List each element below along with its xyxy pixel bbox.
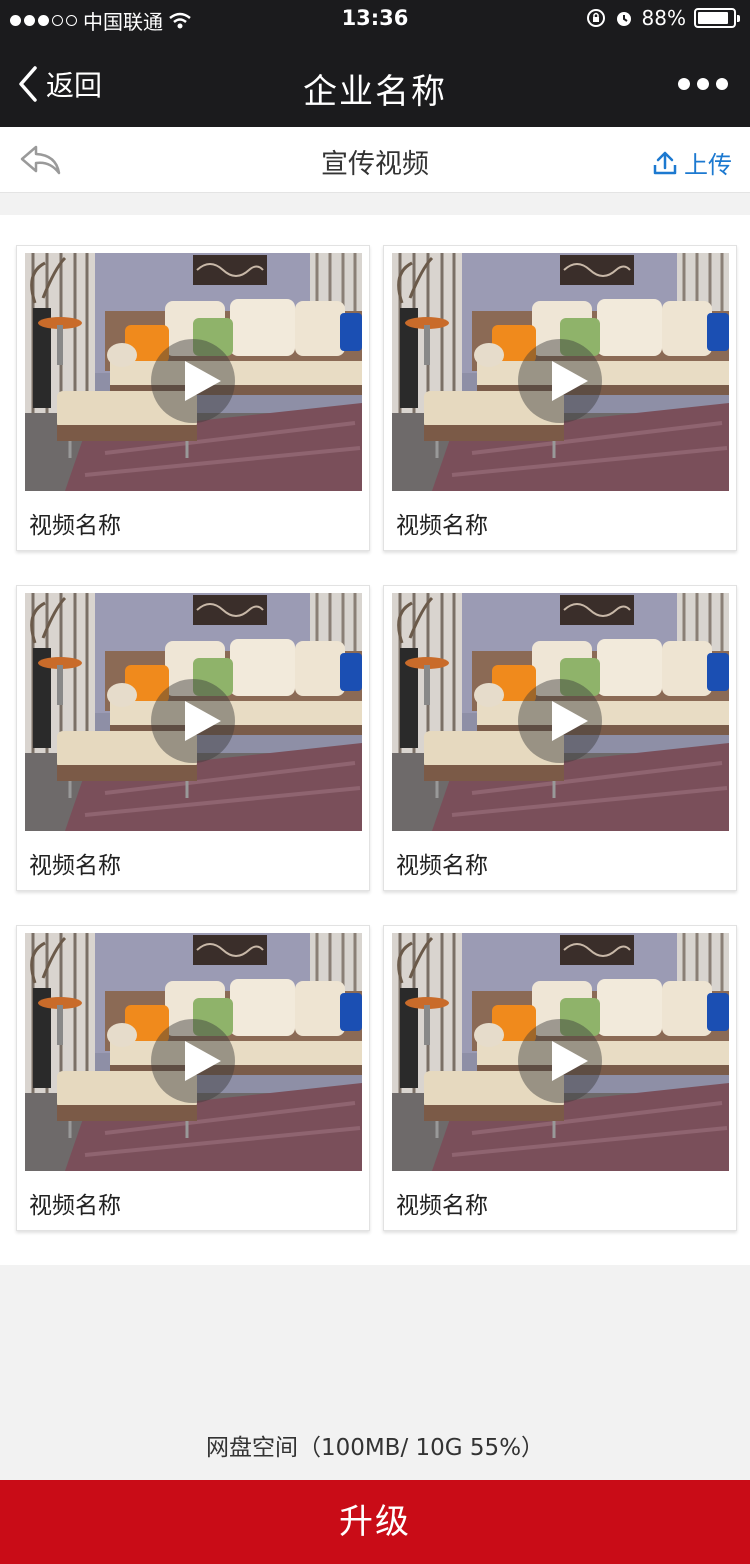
video-thumbnail — [392, 593, 729, 831]
alarm-icon — [616, 12, 631, 26]
video-card[interactable]: 视频名称 — [16, 925, 370, 1231]
video-card[interactable]: 视频名称 — [16, 245, 370, 551]
video-thumbnail — [25, 253, 362, 491]
upload-button[interactable]: 上传 — [652, 145, 732, 180]
battery-percent: 88% — [641, 6, 686, 30]
video-thumbnail — [392, 933, 729, 1171]
navigation-bar: 返回 企业名称 — [0, 38, 750, 127]
video-thumbnail — [392, 253, 729, 491]
status-right: 88% — [586, 6, 740, 30]
rotation-lock-icon — [586, 9, 605, 27]
video-thumbnail — [25, 933, 362, 1171]
video-name: 视频名称 — [29, 1193, 121, 1219]
video-grid: 视频名称 视频名称 视频名称 视频名称 视频名称 视频名称 — [0, 215, 750, 1265]
battery-icon — [694, 8, 740, 28]
video-card[interactable]: 视频名称 — [383, 585, 737, 891]
video-thumbnail — [25, 593, 362, 831]
video-card[interactable]: 视频名称 — [383, 245, 737, 551]
section-header: 宣传视频 上传 — [0, 127, 750, 193]
storage-usage-text: 网盘空间（100MB/ 10G 55%） — [205, 1435, 545, 1461]
status-bar: 中国联通 13:36 88% — [0, 0, 750, 38]
video-name: 视频名称 — [396, 1193, 488, 1219]
upgrade-button[interactable]: 升级 — [0, 1480, 750, 1564]
video-card[interactable]: 视频名称 — [383, 925, 737, 1231]
video-card[interactable]: 视频名称 — [16, 585, 370, 891]
video-name: 视频名称 — [396, 513, 488, 539]
more-dots-icon[interactable] — [678, 78, 728, 90]
video-name: 视频名称 — [29, 853, 121, 879]
video-name: 视频名称 — [29, 513, 121, 539]
section-title: 宣传视频 — [321, 149, 429, 180]
page-title: 企业名称 — [303, 72, 447, 112]
upload-label: 上传 — [684, 151, 732, 179]
upload-icon — [653, 151, 677, 174]
video-name: 视频名称 — [396, 853, 488, 879]
